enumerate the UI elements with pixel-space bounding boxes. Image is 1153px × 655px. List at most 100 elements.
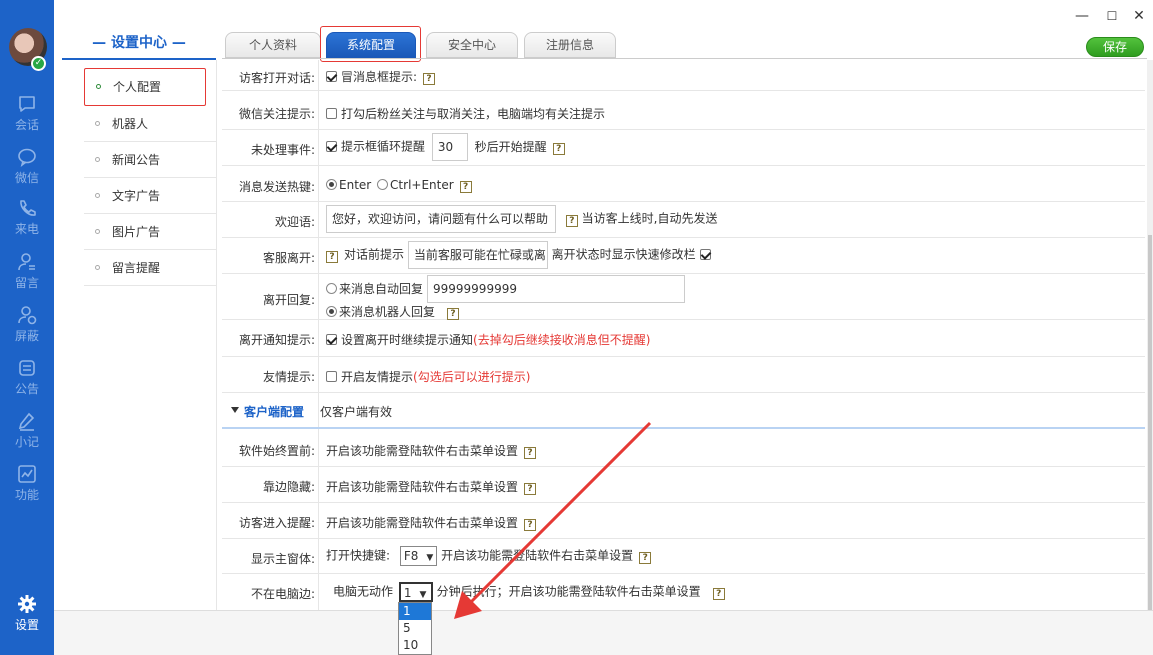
rail-item-settings[interactable]: 设置 bbox=[0, 594, 54, 633]
nav-item-image-ad[interactable]: 图片广告 bbox=[84, 214, 216, 250]
maximize-button[interactable]: ☐ bbox=[1104, 8, 1120, 24]
row-control: 冒消息框提示:? bbox=[326, 68, 436, 85]
row-label: 不在电脑边: bbox=[250, 587, 315, 601]
row-control: 提示框循环提醒 30 秒后开始提醒? bbox=[326, 133, 565, 161]
row-label: 靠边隐藏: bbox=[262, 480, 315, 494]
welcome-hint: 当访客上线时,自动先发送 bbox=[581, 211, 718, 226]
leave-notify-checkbox[interactable] bbox=[326, 334, 337, 345]
leave-prompt-input[interactable]: 当前客服可能在忙碌或离 bbox=[407, 241, 548, 269]
minimize-button[interactable]: — bbox=[1074, 8, 1090, 24]
client-config-section[interactable]: 客户端配置 仅客户端有效 bbox=[222, 393, 1145, 429]
friendly-tip-note: (勾选后可以进行提示) bbox=[413, 370, 531, 384]
rail-item-notes[interactable]: 小记 bbox=[0, 411, 54, 450]
tab-registration[interactable]: 注册信息 bbox=[524, 32, 616, 58]
auto-reply-radio[interactable] bbox=[326, 283, 337, 294]
hotkey-enter-radio[interactable] bbox=[326, 179, 337, 190]
help-icon[interactable]: ? bbox=[326, 250, 338, 263]
nav-item-robot[interactable]: 机器人 bbox=[84, 106, 216, 142]
row-label: 访客进入提醒: bbox=[238, 516, 315, 530]
agent-leave-text: 对话前提示 bbox=[344, 247, 405, 262]
close-button[interactable]: ✕ bbox=[1131, 8, 1147, 24]
dropdown-option[interactable]: 10 bbox=[399, 637, 431, 654]
row-control: 打勾后粉丝关注与取消关注，电脑端均有关注提示 bbox=[326, 105, 605, 122]
remind-seconds-input[interactable]: 30 bbox=[431, 133, 468, 161]
notice-icon bbox=[19, 360, 35, 376]
hotkey-ctrl-enter-radio[interactable] bbox=[377, 179, 389, 190]
scrollbar[interactable] bbox=[1147, 60, 1153, 610]
nav-item-message-reminder[interactable]: 留言提醒 bbox=[84, 250, 216, 286]
shortcut-key-select[interactable]: F8 ▼ bbox=[399, 546, 438, 566]
save-button[interactable]: 保存 bbox=[1086, 37, 1144, 57]
scrollbar-thumb[interactable] bbox=[1148, 235, 1152, 610]
annotation-arrow-icon bbox=[454, 421, 652, 619]
idle-minutes-select[interactable]: 1 ▼ bbox=[398, 582, 433, 602]
nav-item-label: 个人配置 bbox=[113, 80, 162, 94]
message-user-icon bbox=[18, 253, 35, 271]
row-label: 显示主窗体: bbox=[250, 552, 315, 566]
dropdown-option[interactable]: 5 bbox=[399, 620, 431, 637]
help-icon[interactable]: ? bbox=[423, 73, 436, 85]
unhandled-checkbox[interactable] bbox=[326, 140, 337, 152]
nav-dot-icon bbox=[95, 265, 100, 270]
help-icon[interactable]: ? bbox=[459, 181, 472, 193]
row-label: 客服离开: bbox=[262, 251, 315, 265]
rail-item-notice[interactable]: 公告 bbox=[0, 358, 54, 397]
away-text: 电脑无动作 bbox=[333, 584, 394, 599]
leave-notify-text: 设置离开时继续提示通知 bbox=[341, 333, 474, 347]
help-icon[interactable]: ? bbox=[565, 214, 578, 227]
wechat-follow-checkbox[interactable] bbox=[326, 108, 337, 119]
leave-notify-note: (去掉勾后继续接收消息但不提醒) bbox=[473, 333, 651, 347]
row-welcome: 欢迎语: 您好，欢迎访问，请问题有什么可以帮助 ? 当访客上线时,自动先发送 bbox=[222, 202, 1145, 238]
row-label: 访客打开对话: bbox=[238, 71, 315, 85]
nav-item-text-ad[interactable]: 文字广告 bbox=[84, 178, 216, 214]
tab-security[interactable]: 安全中心 bbox=[426, 32, 518, 58]
shortcut-key-value: F8 bbox=[403, 549, 419, 563]
row-main-window: 显示主窗体: 打开快捷键: F8 ▼ 开启该功能需登陆软件右击菜单设置? bbox=[222, 539, 1145, 574]
collapse-arrow-icon[interactable] bbox=[231, 407, 239, 413]
welcome-message-input[interactable]: 您好，欢迎访问，请问题有什么可以帮助 bbox=[326, 205, 556, 233]
pen-icon bbox=[18, 412, 35, 431]
nav-item-label: 留言提醒 bbox=[112, 261, 161, 275]
rail-item-wechat[interactable]: 微信 bbox=[0, 147, 54, 186]
wechat-follow-text: 打勾后粉丝关注与取消关注，电脑端均有关注提示 bbox=[341, 107, 606, 121]
rail-item-phone[interactable]: 来电 bbox=[0, 198, 54, 237]
rail-item-functions[interactable]: 功能 bbox=[0, 464, 54, 503]
help-icon[interactable]: ? bbox=[447, 308, 460, 320]
wechat-icon bbox=[18, 148, 36, 167]
row-send-hotkey: 消息发送热键: Enter Ctrl+Enter? bbox=[222, 166, 1145, 202]
quick-edit-checkbox[interactable] bbox=[699, 248, 711, 260]
tab-profile[interactable]: 个人资料 bbox=[225, 32, 321, 58]
nav-dot-icon bbox=[95, 193, 100, 198]
row-label: 友情提示: bbox=[262, 370, 315, 384]
nav-dot-icon bbox=[95, 229, 100, 234]
rail-label-notes: 小记 bbox=[14, 435, 39, 449]
leave-reply-option-1: 来消息自动回复 bbox=[326, 280, 423, 297]
nav-item-label: 文字广告 bbox=[112, 189, 161, 203]
row-control: Enter Ctrl+Enter? bbox=[326, 178, 472, 193]
visitor-open-checkbox[interactable] bbox=[326, 71, 337, 82]
auto-reply-input[interactable]: 99999999999 bbox=[427, 275, 685, 303]
idle-minutes-value: 1 bbox=[403, 586, 412, 600]
settings-window: ✓ 会话 微信 来电 留言 屏蔽 公告 小记 功能 设置 — ☐ ✕ — 设置中… bbox=[0, 0, 1153, 655]
help-icon[interactable]: ? bbox=[552, 142, 565, 155]
nav-item-news[interactable]: 新闻公告 bbox=[84, 142, 216, 178]
help-icon[interactable]: ? bbox=[712, 587, 725, 600]
tab-highlight-annotation bbox=[320, 26, 421, 62]
robot-reply-radio[interactable] bbox=[326, 306, 337, 317]
row-wechat-follow: 微信关注提示: 打勾后粉丝关注与取消关注，电脑端均有关注提示 bbox=[222, 92, 1145, 130]
rail-item-block[interactable]: 屏蔽 bbox=[0, 305, 54, 344]
rail-item-message[interactable]: 留言 bbox=[0, 252, 54, 291]
settings-center-title: — 设置中心 — bbox=[92, 35, 186, 51]
rail-label-wechat: 微信 bbox=[14, 171, 39, 185]
rail-label-functions: 功能 bbox=[14, 488, 39, 502]
row-label: 欢迎语: bbox=[274, 215, 315, 229]
friendly-tip-checkbox[interactable] bbox=[326, 371, 337, 382]
dropdown-option[interactable]: 1 bbox=[399, 603, 431, 620]
row-label: 离开通知提示: bbox=[238, 333, 315, 347]
row-visitor-enter: 访客进入提醒: 开启该功能需登陆软件右击菜单设置? bbox=[222, 503, 1145, 539]
row-agent-leave: 客服离开: ? 对话前提示 当前客服可能在忙碌或离 离开状态时显示快速修改栏 bbox=[222, 238, 1145, 274]
row-control: 设置离开时继续提示通知(去掉勾后继续接收消息但不提醒) bbox=[326, 331, 650, 348]
agent-leave-suffix: 离开状态时显示快速修改栏 bbox=[551, 247, 696, 262]
nav-item-personal-config[interactable]: 个人配置 bbox=[84, 68, 206, 106]
rail-item-chat[interactable]: 会话 bbox=[0, 94, 54, 133]
